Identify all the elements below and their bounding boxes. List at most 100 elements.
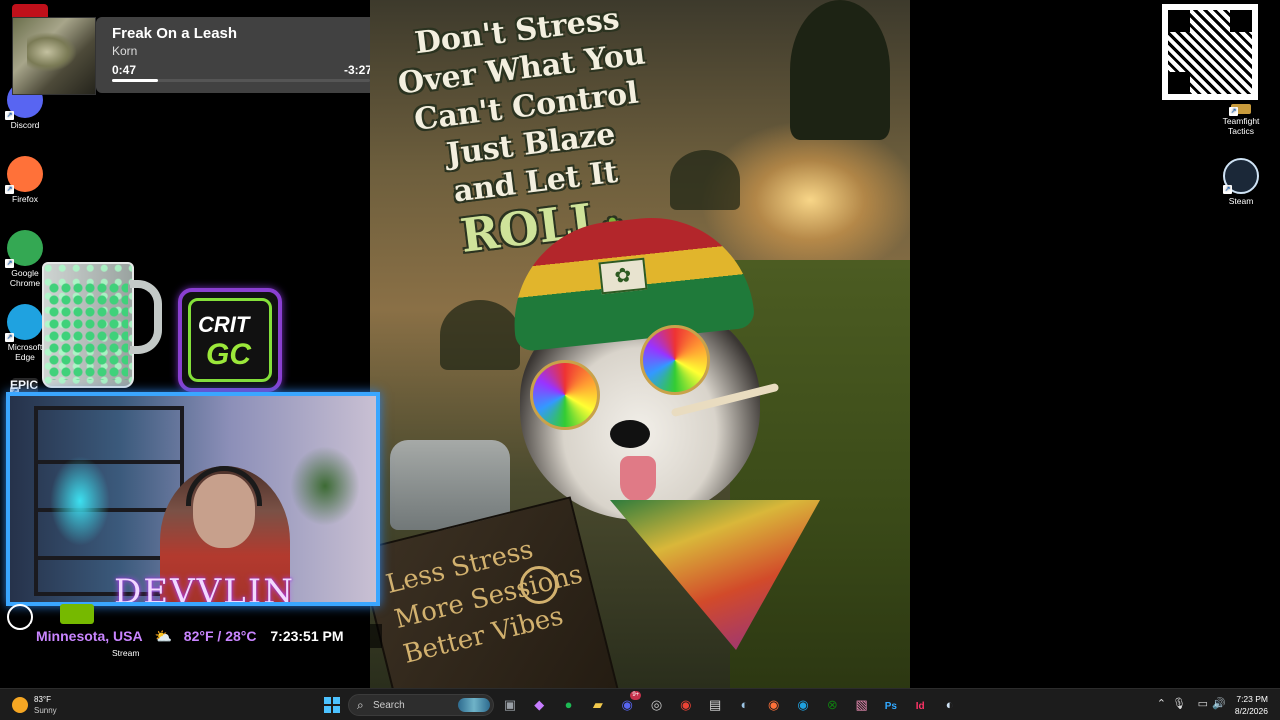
weather-location: Minnesota, USA [36,628,143,644]
taskbar-app-steam-running[interactable]: ◐ [939,694,961,716]
track-progress-bar[interactable] [112,79,370,82]
palm-tree [790,0,890,140]
weather-time: 7:23:51 PM [270,628,344,644]
taskbar-app-discord[interactable]: ◉ 9+ [616,691,642,716]
tie-dye-lens-right [640,325,710,395]
taskbar: 83°F Sunny ⌕ Search ▣ ◆ ● ▰ ◉ 9+ ◎ ◉ ▤ ◐ ◉ ◉ ⊗ ▧ Ps Id ◐… [0,688,1280,720]
desktop-icon-firefox[interactable]: ↗ Firefox [0,156,50,204]
weather-overlay: Minnesota, USA ⛅ 82°F / 28°C 7:23:51 PM [30,624,382,648]
qr-code [1162,4,1258,100]
taskbar-weather-temp: 83°F [34,695,51,704]
webcam-overlay: DEVVLIN [6,392,380,606]
system-tray: ⌃ 🎙 ▭ 🔊 7:23 PM 8/2/2026 [1140,689,1280,720]
taskbar-app-edge[interactable]: ◉ [792,694,814,716]
houseplant [290,446,360,526]
tray-date: 8/2/2026 [1234,706,1268,716]
photos-icon: ▧ [855,697,868,712]
taskbar-app-store[interactable]: ▤ [704,694,726,716]
husky-nose [610,420,650,448]
track-progress-fill [112,79,159,82]
taskbar-search[interactable]: ⌕ Search [348,694,494,716]
chrome-icon: ↗ [5,230,43,268]
teamfight-tactics-icon: ↗ [1229,104,1251,116]
taskbar-clock[interactable]: 7:23 PM 8/2/2026 [1235,693,1268,717]
palm-tree [670,150,740,210]
taskbar-app-firefox[interactable]: ◉ [763,694,785,716]
taskbar-weather-condition: Sunny [34,706,57,715]
taskbar-app-file-explorer[interactable]: ▰ [587,694,609,716]
chrome-icon: ◉ [680,697,692,712]
stream-label: Stream [112,648,140,658]
indesign-icon: Id [915,701,925,712]
desktop-icon-teamfight-tactics[interactable]: ↗ Teamfight Tactics [1216,104,1266,136]
network-icon[interactable]: ▭ [1198,697,1208,710]
copilot-icon: ◆ [534,697,545,712]
spotify-icon: ● [564,697,573,712]
shortcut-arrow-icon: ↗ [1229,107,1238,116]
file-explorer-icon: ▰ [592,697,603,712]
crit-gc-logo: CRIT GC [178,288,282,392]
taskbar-app-indesign[interactable]: Id [909,694,931,716]
husky-tongue [620,456,656,502]
chevron-up-icon[interactable]: ⌃ [1157,697,1166,710]
sunny-icon [12,697,28,713]
search-icon: ⌕ [357,698,364,712]
taskbar-app-photos[interactable]: ▧ [851,694,873,716]
partly-cloudy-icon: ⛅ [154,628,172,644]
edge-icon: ↗ [5,304,43,342]
steam-running-icon: ◐ [945,697,954,712]
now-playing-card: Freak On a Leash Korn 0:47 -3:27 [96,17,386,93]
taskbar-app-xbox[interactable]: ⊗ [821,694,843,716]
track-title: Freak On a Leash [112,25,238,42]
taskbar-weather-widget[interactable]: 83°F Sunny [12,694,72,716]
shortcut-arrow-icon: ↗ [5,111,14,120]
track-elapsed: 0:47 [112,63,137,77]
tray-time: 7:23 PM [1236,694,1268,704]
desktop-icon-label: EPIC [10,378,39,392]
xbox-icon: ⊗ [826,697,838,712]
qr-code-pattern [1168,10,1252,94]
steam-icon: ◐ [740,697,749,712]
streamer-name: DEVVLIN [114,572,295,606]
logo-text-crit: CRIT [198,312,250,337]
firefox-icon: ◉ [768,697,780,712]
taskbar-app-obs[interactable]: ◎ [646,694,668,716]
windows-icon [324,697,340,713]
peace-sign-icon [520,566,558,604]
shortcut-arrow-icon: ↗ [1223,185,1232,194]
logo-text-gc: GC [206,338,251,371]
taskbar-app-photoshop[interactable]: Ps [880,694,902,716]
volume-icon[interactable]: 🔊 [1212,697,1226,710]
desktop-icon-label: Firefox [12,194,38,204]
search-placeholder: Search [373,700,405,711]
microphone-icon[interactable]: 🎙 [1172,697,1186,710]
taskbar-app-task-view[interactable]: ▣ [499,694,521,716]
desktop-icon-label: Steam [1228,196,1254,206]
shortcut-arrow-icon: ↗ [5,259,14,268]
tie-dye-lens-left [530,360,600,430]
wallpaper-poster: Don't Stress Over What You Can't Control… [370,0,910,688]
taskbar-app-steam[interactable]: ◐ [733,694,755,716]
track-artist: Korn [112,44,138,58]
nvidia-icon[interactable] [60,604,94,624]
cyan-light [50,456,110,546]
obs-icon: ◎ [650,697,663,712]
start-button[interactable] [321,694,343,716]
desktop-icon-label: Teamfight Tactics [1222,116,1260,136]
sign-text: Less Stress More Sessions Better Vibes [382,522,595,673]
track-remaining: -3:27 [343,63,372,77]
task-view-icon: ▣ [503,697,517,712]
album-art [12,17,96,95]
glass-mug-graphic [42,262,134,388]
leaf-badge-icon: ✿ [598,257,648,295]
taskbar-app-chrome[interactable]: ◉ [675,694,697,716]
photoshop-icon: Ps [884,701,897,712]
taskbar-app-copilot[interactable]: ◆ [528,694,550,716]
taskbar-app-spotify[interactable]: ● [558,694,580,716]
notification-badge: 9+ [630,691,642,700]
mug-handle [130,280,162,354]
desktop-icon-steam[interactable]: ↗ Steam [1216,158,1266,206]
desktop-icon-label: Discord [10,120,40,130]
edge-icon: ◉ [797,697,809,712]
weather-temperature: 82°F / 28°C [183,628,257,644]
